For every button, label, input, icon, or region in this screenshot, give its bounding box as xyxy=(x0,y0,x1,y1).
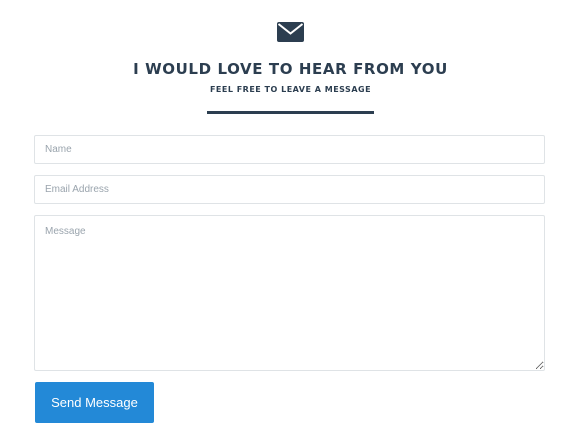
envelope-icon xyxy=(277,22,304,42)
send-message-button[interactable]: Send Message xyxy=(35,382,154,423)
email-input[interactable] xyxy=(34,175,545,204)
message-textarea[interactable] xyxy=(34,215,545,371)
heading-divider xyxy=(207,111,374,114)
name-input[interactable] xyxy=(34,135,545,164)
contact-subheading: FEEL FREE TO LEAVE A MESSAGE xyxy=(209,85,372,94)
contact-heading: I WOULD LOVE TO HEAR FROM YOU xyxy=(133,60,448,78)
contact-section: I WOULD LOVE TO HEAR FROM YOU FEEL FREE … xyxy=(0,0,579,445)
